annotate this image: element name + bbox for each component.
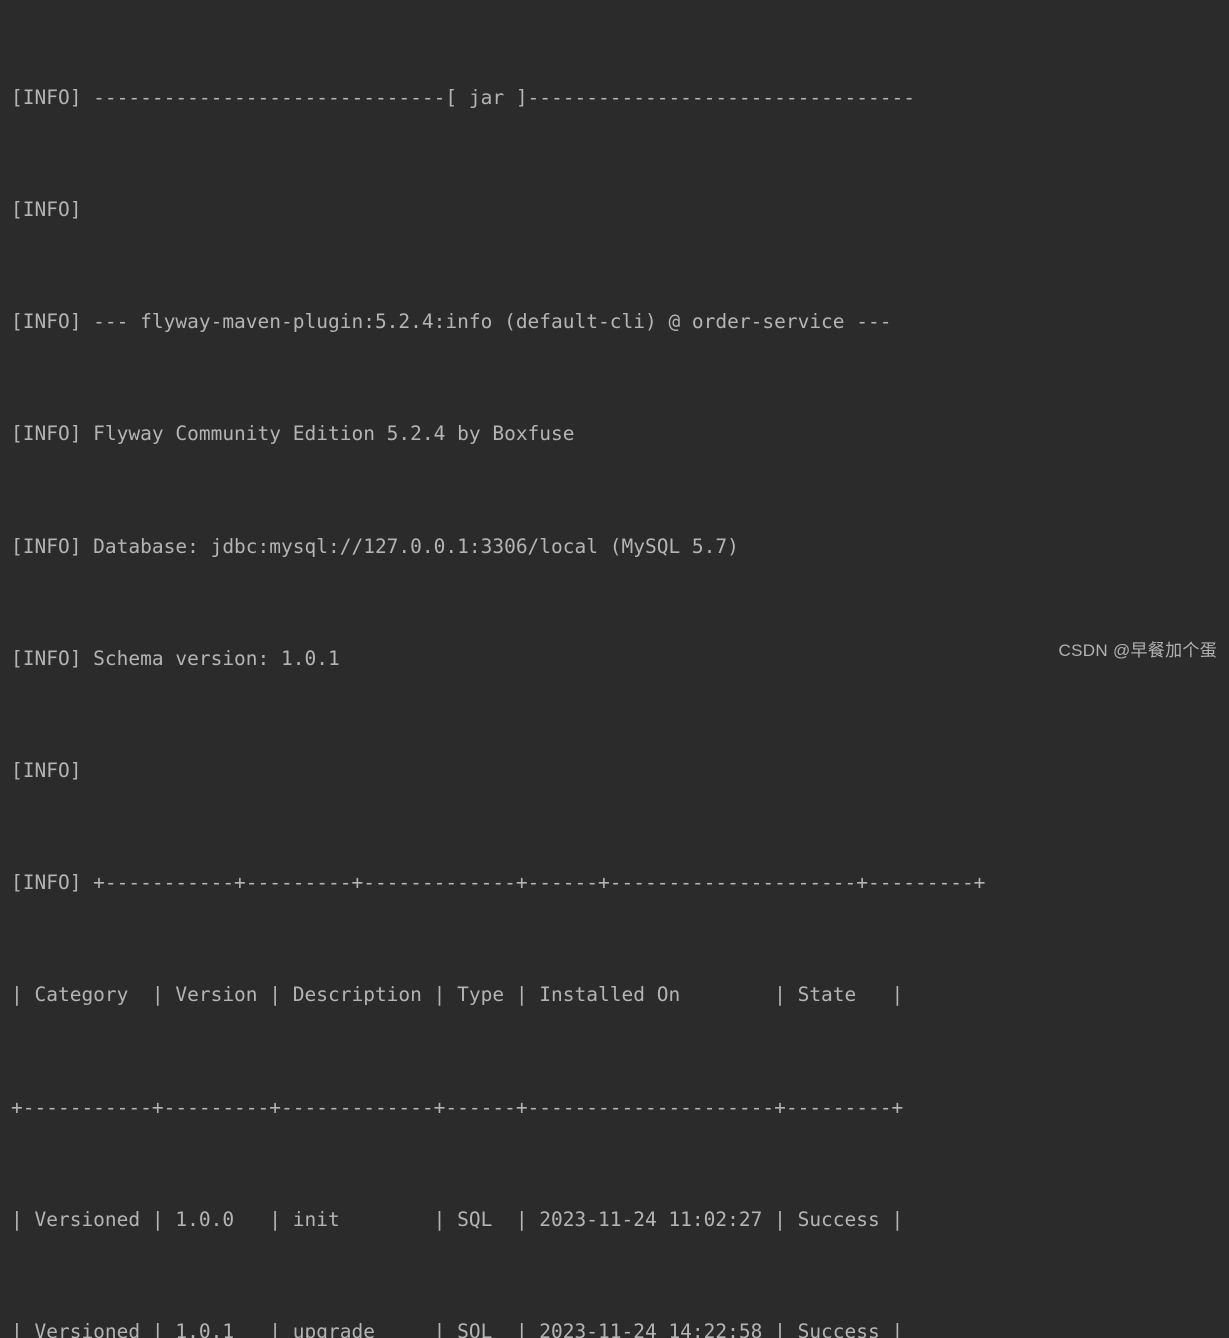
table-top-border: [INFO] +-----------+---------+----------… bbox=[11, 871, 986, 895]
table-header-separator: +-----------+---------+-------------+---… bbox=[11, 1095, 904, 1119]
table-row: | Versioned | 1.0.0 | init | SQL | 2023-… bbox=[11, 1207, 904, 1231]
log-line-info-blank-2: [INFO] bbox=[11, 759, 82, 783]
log-line-schema-version: [INFO] Schema version: 1.0.1 bbox=[11, 646, 340, 670]
log-line-flyway-edition: [INFO] Flyway Community Edition 5.2.4 by… bbox=[11, 422, 575, 446]
table-header-row: | Category | Version | Description | Typ… bbox=[11, 983, 904, 1007]
log-line-info-blank-1: [INFO] bbox=[11, 198, 82, 222]
console-output[interactable]: [INFO] ------------------------------[ j… bbox=[11, 4, 1229, 1338]
log-line-jar-header: [INFO] ------------------------------[ j… bbox=[11, 85, 915, 109]
table-row: | Versioned | 1.0.1 | upgrade | SQL | 20… bbox=[11, 1320, 904, 1338]
csdn-watermark: CSDN @早餐加个蛋 bbox=[1058, 641, 1217, 660]
terminal-window[interactable]: [INFO] ------------------------------[ j… bbox=[0, 0, 1229, 1338]
log-line-plugin-goal: [INFO] --- flyway-maven-plugin:5.2.4:inf… bbox=[11, 310, 892, 334]
log-line-database: [INFO] Database: jdbc:mysql://127.0.0.1:… bbox=[11, 534, 739, 558]
